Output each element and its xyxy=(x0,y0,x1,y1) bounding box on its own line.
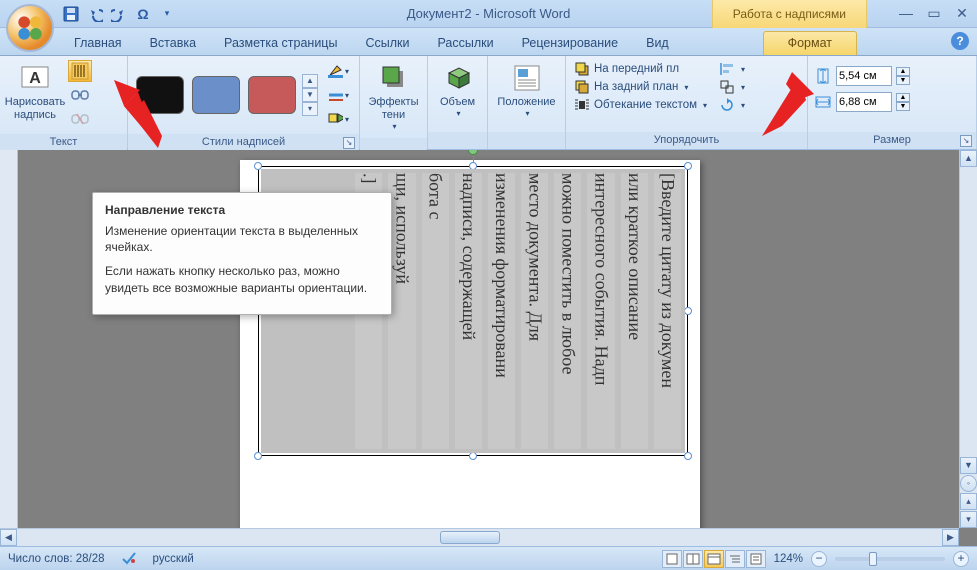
align-button[interactable]: ▾ xyxy=(717,60,747,78)
send-to-back-button[interactable]: На задний план▾ xyxy=(572,78,709,96)
shape-fill-button[interactable]: ▾ xyxy=(326,60,350,82)
title-bar: Ω ▾ Документ2 - Microsoft Word Работа с … xyxy=(0,0,977,28)
view-outline[interactable] xyxy=(725,550,745,568)
language-status[interactable]: русский xyxy=(153,553,194,565)
width-input[interactable] xyxy=(836,92,892,112)
tooltip-text-2: Если нажать кнопку несколько раз, можно … xyxy=(105,263,379,295)
bring-to-front-button[interactable]: На передний пл xyxy=(572,60,709,78)
word-count[interactable]: Число слов: 28/28 xyxy=(8,553,105,565)
save-icon[interactable] xyxy=(60,3,82,25)
resize-handle-sw[interactable] xyxy=(254,452,262,460)
shadow-effects-button[interactable]: Эффекты тени▾ xyxy=(366,60,421,134)
browse-object-button[interactable]: ◦ xyxy=(960,475,977,492)
view-buttons xyxy=(662,550,766,568)
omega-icon[interactable]: Ω xyxy=(132,3,154,25)
resize-handle-ne[interactable] xyxy=(684,162,692,170)
zoom-in-button[interactable]: + xyxy=(953,551,969,567)
horizontal-scrollbar[interactable]: ◀ ▶ xyxy=(0,528,959,546)
status-bar: Число слов: 28/28 русский 124% − + xyxy=(0,546,977,570)
view-full-screen[interactable] xyxy=(683,550,703,568)
rotate-handle[interactable] xyxy=(468,150,478,155)
qat-more-icon[interactable]: ▾ xyxy=(156,3,178,25)
resize-handle-s[interactable] xyxy=(469,452,477,460)
tooltip: Направление текста Изменение ориентации … xyxy=(92,192,392,315)
height-input[interactable] xyxy=(836,66,892,86)
prev-page-button[interactable]: ▴ xyxy=(960,493,977,510)
rotate-button[interactable]: ▾ xyxy=(717,96,747,114)
style-swatch-3[interactable] xyxy=(248,76,296,114)
tab-review[interactable]: Рецензирование xyxy=(508,32,633,55)
view-web-layout[interactable] xyxy=(704,550,724,568)
next-page-button[interactable]: ▾ xyxy=(960,511,977,528)
create-link-button[interactable] xyxy=(68,84,92,106)
styles-launcher[interactable]: ↘ xyxy=(343,137,355,149)
text-wrapping-button[interactable]: Обтекание текстом▾ xyxy=(572,96,709,114)
vertical-scrollbar[interactable]: ▲ ▼ ◦ ▴ ▾ xyxy=(959,150,977,528)
scroll-up-button[interactable]: ▲ xyxy=(960,150,977,167)
window-title: Документ2 - Microsoft Word xyxy=(407,6,571,21)
tab-insert[interactable]: Вставка xyxy=(136,32,210,55)
tab-view[interactable]: Вид xyxy=(632,32,683,55)
quick-access-toolbar: Ω ▾ xyxy=(60,3,178,25)
svg-text:A: A xyxy=(29,70,41,87)
position-button[interactable]: Положение▾ xyxy=(494,60,559,121)
tab-page-layout[interactable]: Разметка страницы xyxy=(210,32,351,55)
scroll-left-button[interactable]: ◀ xyxy=(0,529,17,546)
restore-button[interactable]: ▭ xyxy=(925,5,943,22)
tooltip-title: Направление текста xyxy=(105,203,379,217)
redo-icon[interactable] xyxy=(108,3,130,25)
zoom-thumb[interactable] xyxy=(869,552,877,566)
zoom-percent[interactable]: 124% xyxy=(774,553,803,565)
group-label-position xyxy=(488,132,565,149)
view-print-layout[interactable] xyxy=(662,550,682,568)
tab-references[interactable]: Ссылки xyxy=(351,32,423,55)
scroll-right-button[interactable]: ▶ xyxy=(942,529,959,546)
annotation-arrow-1 xyxy=(110,76,170,156)
change-shape-button[interactable]: ▾ xyxy=(326,108,350,130)
minimize-button[interactable]: — xyxy=(897,5,915,22)
undo-icon[interactable] xyxy=(84,3,106,25)
contextual-tab-label: Работа с надписями xyxy=(712,0,867,28)
tab-format[interactable]: Формат xyxy=(763,31,857,55)
shape-outline-button[interactable]: ▾ xyxy=(326,84,350,106)
resize-handle-e[interactable] xyxy=(684,307,692,315)
ribbon-tabs: Главная Вставка Разметка страницы Ссылки… xyxy=(0,28,977,56)
width-spinner[interactable]: ▲▼ xyxy=(814,92,910,112)
zoom-out-button[interactable]: − xyxy=(811,551,827,567)
annotation-arrow-2 xyxy=(756,70,816,150)
resize-handle-se[interactable] xyxy=(684,452,692,460)
size-launcher[interactable]: ↘ xyxy=(960,135,972,147)
group-label-size: Размер↘ xyxy=(808,132,976,149)
3d-effects-button[interactable]: Объем▾ xyxy=(434,60,481,121)
style-gallery-scroll[interactable]: ▲▼▾ xyxy=(302,74,318,116)
close-button[interactable]: ✕ xyxy=(953,5,971,22)
style-swatch-2[interactable] xyxy=(192,76,240,114)
scroll-thumb-h[interactable] xyxy=(440,531,500,544)
tooltip-text-1: Изменение ориентации текста в выделенных… xyxy=(105,223,379,255)
scroll-down-button[interactable]: ▼ xyxy=(960,457,977,474)
text-direction-button[interactable] xyxy=(68,60,92,82)
view-draft[interactable] xyxy=(746,550,766,568)
tab-mailings[interactable]: Рассылки xyxy=(423,32,507,55)
proofing-icon[interactable] xyxy=(121,549,137,568)
vertical-ruler xyxy=(0,150,18,528)
group-label-text: Текст xyxy=(0,134,127,151)
group-label-3d xyxy=(428,132,487,149)
height-spinner[interactable]: ▲▼ xyxy=(814,66,910,86)
draw-textbox-button[interactable]: A Нарисовать надпись xyxy=(6,60,64,124)
zoom-slider[interactable] xyxy=(835,557,945,561)
help-button[interactable]: ? xyxy=(951,32,969,50)
break-link-button[interactable] xyxy=(68,108,92,130)
tab-home[interactable]: Главная xyxy=(60,32,136,55)
office-button[interactable] xyxy=(6,4,54,52)
group-button[interactable]: ▾ xyxy=(717,78,747,96)
